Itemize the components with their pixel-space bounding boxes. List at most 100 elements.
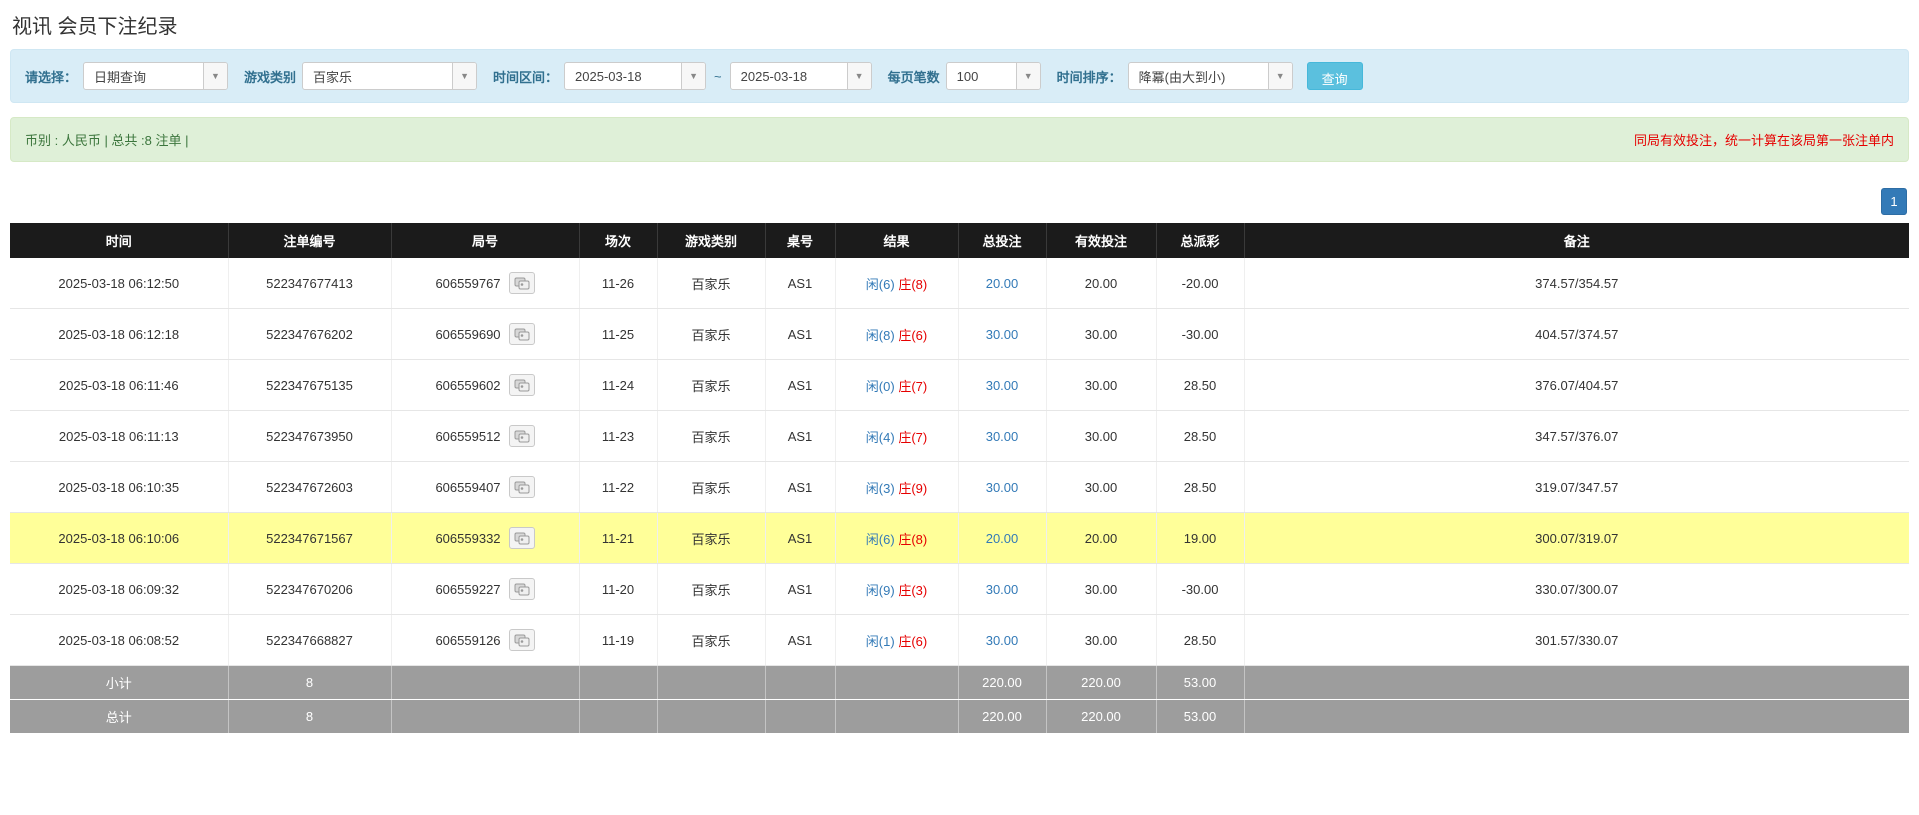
round-snapshot-icon[interactable] [508, 578, 535, 600]
column-header-total_bet: 总投注 [958, 223, 1047, 258]
game-type-select[interactable]: 百家乐 ▼ [302, 62, 478, 90]
round-snapshot-icon[interactable] [508, 323, 535, 345]
table-row: 2025-03-18 06:10:06 522347671567 606559332… [10, 512, 1909, 564]
cell-session: 11-26 [579, 258, 658, 309]
round-number: 606559126 [435, 632, 501, 648]
cell-total_bet: 30.00 [958, 461, 1047, 513]
game-type-value: 百家乐 [313, 69, 353, 85]
cell-time: 2025-03-18 06:10:06 [10, 512, 229, 564]
round-snapshot-icon[interactable] [508, 425, 535, 447]
total-bet-link[interactable]: 30.00 [986, 429, 1019, 444]
table-row: 2025-03-18 06:12:18 522347676202 606559690… [10, 308, 1909, 360]
date-range-label: 时间区间： [493, 69, 559, 85]
table-row: 2025-03-18 06:09:32 522347670206 606559227… [10, 563, 1909, 615]
cell-table_no: AS1 [765, 614, 836, 666]
date-from-select[interactable]: 2025-03-18 ▼ [564, 62, 707, 90]
cell-result: 闲(1) 庄(6) [835, 614, 959, 666]
date-separator: ~ [714, 68, 722, 84]
table-row: 2025-03-18 06:11:46 522347675135 606559602… [10, 359, 1909, 411]
result-banker: 庄(3) [898, 582, 928, 598]
footer-empty-cell [579, 699, 658, 734]
total-bet-link[interactable]: 20.00 [986, 276, 1019, 291]
cell-table_no: AS1 [765, 410, 836, 462]
total-bet-link[interactable]: 30.00 [986, 327, 1019, 342]
cell-payout: 28.50 [1156, 410, 1245, 462]
currency-summary-text: 币别 : 人民币 | 总共 :8 注单 | [25, 133, 189, 148]
round-snapshot-icon[interactable] [508, 629, 535, 651]
round-snapshot-icon[interactable] [508, 476, 535, 498]
round-snapshot-icon[interactable] [508, 374, 535, 396]
cell-session: 11-24 [579, 359, 658, 411]
cell-total_bet: 20.00 [958, 258, 1047, 309]
round-number: 606559512 [435, 428, 501, 444]
result-banker: 庄(8) [898, 531, 928, 547]
cell-bet_id: 522347672603 [228, 461, 392, 513]
bet-records-table: 时间 注单编号 局号 场次 游戏类别 桌号 结果 总投注 有效投注 总派彩 备注 2025-03-1… [10, 223, 1909, 734]
column-header-round_id: 局号 [391, 223, 580, 258]
footer-empty-cell [579, 665, 658, 700]
column-header-time: 时间 [10, 223, 229, 258]
cell-note: 301.57/330.07 [1244, 614, 1909, 666]
cell-result: 闲(6) 庄(8) [835, 512, 959, 564]
page-1-button[interactable]: 1 [1881, 188, 1907, 215]
round-snapshot-icon[interactable] [508, 527, 535, 549]
query-type-select[interactable]: 日期查询 ▼ [83, 62, 229, 90]
cell-note: 404.57/374.57 [1244, 308, 1909, 360]
footer-empty-cell [657, 665, 766, 700]
result-player: 闲(9) [865, 582, 895, 598]
date-to-value: 2025-03-18 [740, 68, 808, 84]
footer-count: 8 [228, 665, 392, 700]
total-bet-link[interactable]: 20.00 [986, 531, 1019, 546]
column-header-result: 结果 [835, 223, 959, 258]
footer-label: 总计 [10, 699, 229, 734]
cell-valid_bet: 20.00 [1046, 258, 1157, 309]
cell-result: 闲(8) 庄(6) [835, 308, 959, 360]
cell-time: 2025-03-18 06:09:32 [10, 563, 229, 615]
cell-game: 百家乐 [657, 410, 766, 462]
cell-total_bet: 30.00 [958, 563, 1047, 615]
chevron-down-icon: ▼ [1267, 63, 1292, 89]
cell-time: 2025-03-18 06:08:52 [10, 614, 229, 666]
result-banker: 庄(7) [898, 378, 928, 394]
footer-empty-cell [391, 665, 580, 700]
table-row: 2025-03-18 06:08:52 522347668827 606559126… [10, 614, 1909, 666]
round-number: 606559602 [435, 377, 501, 393]
cell-table_no: AS1 [765, 359, 836, 411]
date-to-select[interactable]: 2025-03-18 ▼ [729, 62, 872, 90]
cell-valid_bet: 30.00 [1046, 359, 1157, 411]
cell-payout: -30.00 [1156, 563, 1245, 615]
page-size-select[interactable]: 100 ▼ [945, 62, 1041, 90]
search-button[interactable]: 查询 [1306, 62, 1363, 90]
cell-table_no: AS1 [765, 563, 836, 615]
result-banker: 庄(8) [898, 276, 928, 292]
sort-select[interactable]: 降冪(由大到小) ▼ [1127, 62, 1293, 90]
cell-note: 319.07/347.57 [1244, 461, 1909, 513]
footer-empty-cell [835, 665, 959, 700]
column-header-note: 备注 [1244, 223, 1909, 258]
cell-round_id: 606559690 [391, 308, 580, 360]
cell-payout: 28.50 [1156, 359, 1245, 411]
total-bet-link[interactable]: 30.00 [986, 378, 1019, 393]
round-snapshot-icon[interactable] [508, 272, 535, 294]
cell-session: 11-23 [579, 410, 658, 462]
cell-valid_bet: 30.00 [1046, 410, 1157, 462]
header-row: 时间 注单编号 局号 场次 游戏类别 桌号 结果 总投注 有效投注 总派彩 备注 [10, 223, 1909, 258]
result-player: 闲(6) [865, 276, 895, 292]
cell-bet_id: 522347670206 [228, 563, 392, 615]
footer-empty-cell [391, 699, 580, 734]
cell-result: 闲(9) 庄(3) [835, 563, 959, 615]
cell-time: 2025-03-18 06:10:35 [10, 461, 229, 513]
cell-note: 374.57/354.57 [1244, 258, 1909, 309]
page-size-value: 100 [956, 68, 979, 84]
round-number: 606559690 [435, 326, 501, 342]
footer-empty-cell [835, 699, 959, 734]
cell-round_id: 606559332 [391, 512, 580, 564]
total-bet-link[interactable]: 30.00 [986, 480, 1019, 495]
chevron-down-icon: ▼ [452, 63, 477, 89]
total-bet-link[interactable]: 30.00 [986, 633, 1019, 648]
column-header-bet_id: 注单编号 [228, 223, 392, 258]
result-player: 闲(6) [865, 531, 895, 547]
total-bet-link[interactable]: 30.00 [986, 582, 1019, 597]
cell-time: 2025-03-18 06:12:18 [10, 308, 229, 360]
page-title: 视讯 会员下注纪录 [12, 16, 178, 38]
